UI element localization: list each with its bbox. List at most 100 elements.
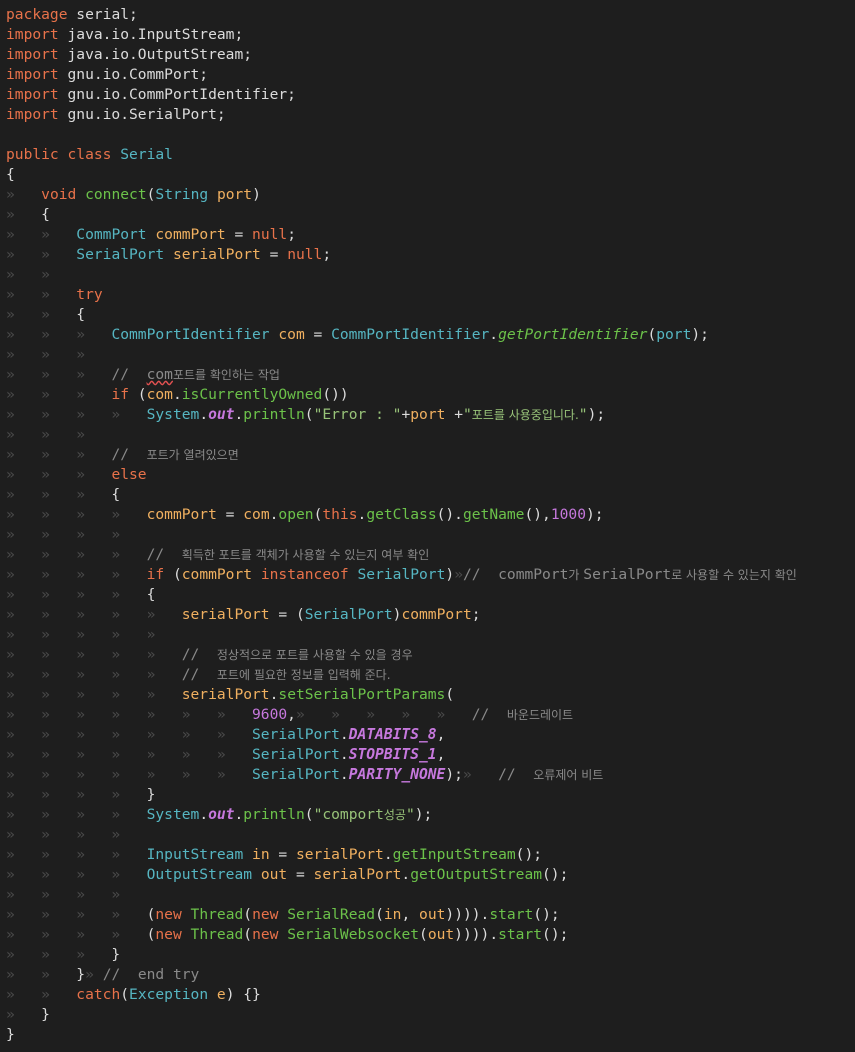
code-token: import [6, 46, 59, 63]
code-token: » [6, 186, 15, 203]
code-line: » » » if (com.isCurrentlyOwned()) [6, 385, 349, 405]
code-token: » » » » » [6, 686, 156, 703]
code-token: com [243, 506, 270, 523]
code-token: serialPort [313, 866, 402, 883]
code-token: " [462, 406, 472, 423]
code-token: println [243, 806, 305, 823]
code-token: // [471, 706, 507, 723]
code-token: ( [120, 906, 156, 923]
code-token: if [111, 386, 130, 403]
code-token: » » » » » [6, 626, 156, 643]
code-token: java.io.InputStream; [58, 26, 244, 43]
code-token: } [14, 1006, 50, 1023]
code-line: » » » » [6, 525, 120, 545]
code-token: serialPort [295, 846, 384, 863]
code-token: » » » » [6, 846, 121, 863]
code-token: = [304, 326, 332, 343]
code-token: gnu.io.CommPortIdentifier; [58, 86, 296, 103]
code-token: out [427, 926, 455, 943]
code-token: serialPort [181, 686, 270, 703]
code-line: » » » » System.out.println("comport성공"); [6, 805, 432, 825]
code-token: » » » [6, 466, 86, 483]
code-token: // [146, 546, 182, 563]
code-token: 정상적으로 포트를 사용할 수 있을 경우 [216, 648, 413, 662]
code-token: } [120, 786, 156, 803]
code-line: } [6, 1025, 15, 1045]
code-token: void [41, 186, 77, 203]
code-token: null [287, 246, 323, 263]
code-token: // [181, 646, 217, 663]
code-token: . [357, 506, 367, 523]
code-token: com [146, 366, 173, 383]
code-token: ); [414, 806, 433, 823]
code-token: 바운드레이트 [506, 708, 574, 722]
code-token: » » » » » [6, 646, 156, 663]
code-token: } [49, 966, 86, 983]
code-token: ; [471, 606, 481, 623]
code-token: out [419, 906, 446, 923]
code-line: » » » [6, 345, 85, 365]
code-token: ( [304, 406, 314, 423]
code-token: = ( [269, 606, 305, 623]
code-token: SerialPort [76, 246, 165, 263]
code-token: » » » » [6, 806, 121, 823]
code-line: » { [6, 205, 50, 225]
code-token: out [260, 866, 288, 883]
code-token: CommPortIdentifier [331, 326, 490, 343]
code-line: » » » » OutputStream out = serialPort.ge… [6, 865, 568, 885]
code-token: commPort [181, 566, 253, 583]
code-line: » » » » » serialPort.setSerialPortParams… [6, 685, 454, 705]
code-token: » » » [6, 446, 86, 463]
code-line: » » » CommPortIdentifier com = CommPortI… [6, 325, 709, 345]
code-token: Thread [190, 926, 244, 943]
code-editor[interactable]: package serial; import java.io.InputStrea… [0, 0, 855, 1052]
code-token: » » » [6, 486, 86, 503]
code-token: InputStream [146, 846, 244, 863]
code-token: ( [647, 326, 657, 343]
code-token: connect [85, 186, 147, 203]
code-token: . [339, 766, 349, 783]
code-token: ); [445, 766, 463, 783]
code-token: Serial [120, 146, 173, 163]
code-token: SerialPort [252, 726, 340, 743]
code-token: setSerialPortParams [278, 686, 446, 703]
code-token: isCurrentlyOwned [181, 386, 323, 403]
code-token: » » » [6, 326, 86, 343]
code-token: . [401, 866, 411, 883]
code-token: ) [252, 186, 261, 203]
code-line: » » » » if (commPort instanceof SerialPo… [6, 565, 797, 585]
code-token: 오류제어 비트 [533, 768, 604, 782]
code-line: import gnu.io.CommPortIdentifier; [6, 85, 296, 105]
code-line: public class Serial [6, 145, 173, 165]
code-token: CommPortIdentifier [111, 326, 270, 343]
code-token: ); [586, 506, 604, 523]
code-line: » » » » » » » SerialPort.STOPBITS_1, [6, 745, 445, 765]
code-line: » » catch(Exception e) {} [6, 985, 261, 1005]
code-token: gnu.io.CommPort; [58, 66, 209, 83]
code-token: start [489, 906, 534, 923]
code-line: » » » » [6, 825, 120, 845]
code-line: { [6, 165, 15, 185]
code-line: import java.io.InputStream; [6, 25, 243, 45]
code-line: » » » » (new Thread(new SerialRead(in, o… [6, 905, 560, 925]
code-line: » » » » (new Thread(new SerialWebsocket(… [6, 925, 568, 945]
code-token: » » [6, 286, 50, 303]
code-line: » » }» // end try [6, 965, 199, 985]
code-token: . [489, 326, 499, 343]
code-token: // [111, 446, 147, 463]
code-token: = [225, 226, 253, 243]
code-token: if [146, 566, 165, 583]
